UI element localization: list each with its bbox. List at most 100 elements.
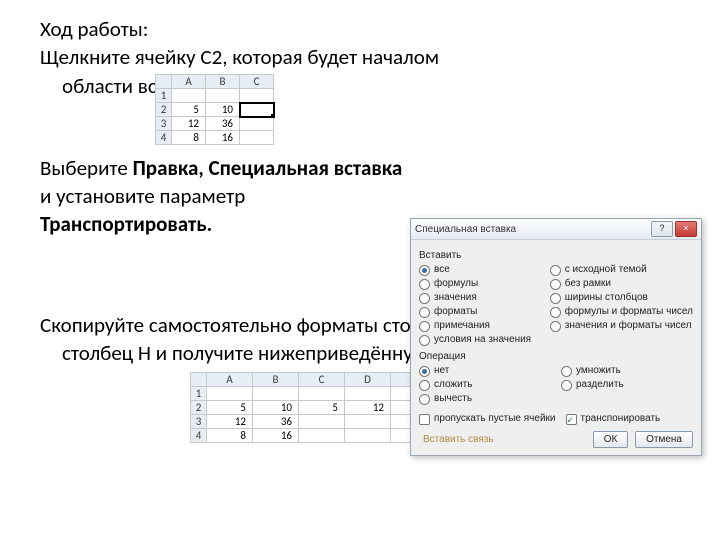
radio-icon [419,335,430,346]
radio-option[interactable]: с исходной темой [550,263,693,277]
row-header[interactable]: 4 [191,429,207,443]
radio-label: с исходной темой [565,263,647,277]
radio-label: примечания [434,319,490,333]
cell[interactable]: 5 [299,401,345,415]
radio-option[interactable]: форматы [419,305,540,319]
col-header[interactable]: C [240,75,274,89]
cell[interactable] [207,387,253,401]
cell[interactable] [240,117,274,131]
cell[interactable]: 12 [172,117,206,131]
col-header[interactable]: B [206,75,240,89]
radio-label: сложить [434,378,472,392]
radio-option[interactable]: формулы [419,277,540,291]
row-header[interactable]: 1 [156,89,172,103]
heading: Ход работы: [40,16,680,42]
radio-option[interactable]: сложить [419,378,551,392]
cell[interactable]: 10 [206,103,240,117]
row-header[interactable]: 4 [156,131,172,145]
select-all-corner[interactable] [191,373,207,387]
checkbox-icon [419,414,430,425]
radio-option[interactable]: нет [419,364,551,378]
cell[interactable] [345,387,391,401]
cell[interactable] [345,429,391,443]
cell[interactable]: 12 [345,401,391,415]
ok-button[interactable]: ОК [593,431,629,448]
radio-option[interactable]: вычесть [419,392,551,406]
radio-icon [419,307,430,318]
radio-option[interactable]: условия на значения [419,333,540,347]
cell[interactable] [240,89,274,103]
col-header[interactable]: C [299,373,345,387]
row-header[interactable]: 3 [191,415,207,429]
cell[interactable] [240,103,274,117]
cell[interactable] [206,89,240,103]
cell[interactable]: 12 [207,415,253,429]
radio-option[interactable]: значения и форматы чисел [550,319,693,333]
dialog-title: Специальная вставка [415,224,651,235]
cell[interactable]: 5 [172,103,206,117]
cancel-button[interactable]: Отмена [635,431,693,448]
spreadsheet-1: ABC12510312364816 [155,74,274,151]
col-header[interactable]: D [345,373,391,387]
cell[interactable] [299,429,345,443]
cell[interactable]: 5 [207,401,253,415]
cell[interactable] [299,387,345,401]
col-header[interactable]: A [207,373,253,387]
cell[interactable]: 10 [253,401,299,415]
select-all-corner[interactable] [156,75,172,89]
operation-section-label: Операция [419,351,693,362]
cell[interactable] [299,415,345,429]
radio-option[interactable]: значения [419,291,540,305]
cell[interactable] [345,415,391,429]
line-1: Щелкните ячейку C2, которая будет начало… [40,44,680,70]
row-header[interactable]: 2 [156,103,172,117]
skip-blanks-checkbox[interactable]: пропускать пустые ячейки [419,412,556,426]
menu-path: Правка, Специальная вставка [133,155,403,181]
radio-icon [561,380,572,391]
paste-special-dialog: Специальная вставка ? × Вставить всеформ… [410,218,702,456]
close-icon[interactable]: × [675,221,697,237]
row-header[interactable]: 2 [191,401,207,415]
radio-option[interactable]: умножить [561,364,693,378]
cell[interactable] [240,131,274,145]
row-header[interactable]: 3 [156,117,172,131]
radio-label: нет [434,364,449,378]
cell[interactable] [172,89,206,103]
radio-label: значения [434,291,477,305]
paste-link-button[interactable]: Вставить связь [419,432,498,447]
radio-label: форматы [434,305,477,319]
radio-label: без рамки [565,277,611,291]
col-header[interactable]: B [253,373,299,387]
row-header[interactable]: 1 [191,387,207,401]
radio-icon [419,380,430,391]
radio-icon [550,279,561,290]
cell[interactable] [253,387,299,401]
cell[interactable]: 36 [253,415,299,429]
radio-icon [419,394,430,405]
radio-option[interactable]: разделить [561,378,693,392]
radio-icon [550,321,561,332]
radio-label: ширины столбцов [565,291,648,305]
radio-option[interactable]: формулы и форматы чисел [550,305,693,319]
radio-option[interactable]: все [419,263,540,277]
checkbox-icon [566,414,577,425]
cell[interactable]: 16 [206,131,240,145]
transpose-checkbox[interactable]: транспонировать [566,412,694,426]
radio-icon [419,366,430,377]
radio-icon [561,366,572,377]
cell[interactable]: 8 [172,131,206,145]
radio-option[interactable]: примечания [419,319,540,333]
set-param-line: и установите параметр [40,183,680,209]
cell[interactable]: 36 [206,117,240,131]
radio-label: вычесть [434,392,472,406]
radio-icon [550,265,561,276]
choose-prefix: Выберите [40,155,133,181]
help-icon[interactable]: ? [651,221,673,237]
skip-blanks-label: пропускать пустые ячейки [434,412,556,426]
cell[interactable]: 8 [207,429,253,443]
col-header[interactable]: A [172,75,206,89]
radio-option[interactable]: ширины столбцов [550,291,693,305]
cell[interactable]: 16 [253,429,299,443]
radio-icon [419,279,430,290]
radio-option[interactable]: без рамки [550,277,693,291]
